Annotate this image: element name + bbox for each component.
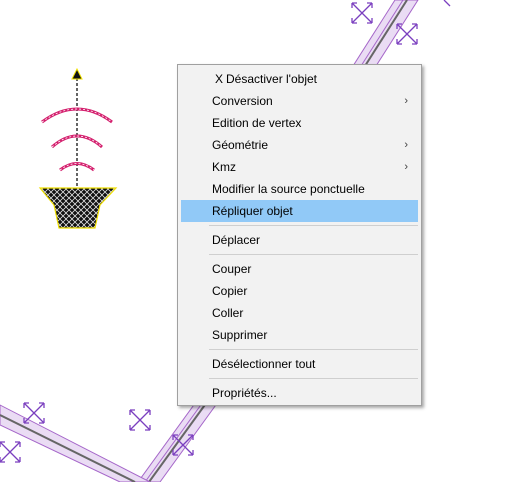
- menu-item-desactiver-l-objet[interactable]: X Désactiver l'objet: [181, 68, 418, 90]
- road-segment-left[interactable]: [0, 404, 151, 482]
- menu-item-copier[interactable]: Copier: [181, 280, 418, 302]
- chevron-right-icon: ›: [404, 95, 408, 107]
- menu-item-label: Répliquer objet: [212, 204, 293, 218]
- menu-item-deplacer[interactable]: Déplacer: [181, 229, 418, 251]
- menu-item-label: Déplacer: [212, 233, 261, 247]
- menu-item-label: Coller: [212, 306, 244, 320]
- menu-separator: [209, 254, 418, 255]
- menu-item-coller[interactable]: Coller: [181, 302, 418, 324]
- chevron-right-icon: ›: [404, 139, 408, 151]
- menu-item-supprimer[interactable]: Supprimer: [181, 324, 418, 346]
- menu-item-label: Propriétés...: [212, 386, 277, 400]
- menu-item-deselectionner-tout[interactable]: Désélectionner tout: [181, 353, 418, 375]
- menu-item-proprietes[interactable]: Propriétés...: [181, 382, 418, 404]
- menu-item-repliquer-objet[interactable]: Répliquer objet: [181, 200, 418, 222]
- menu-item-label: Supprimer: [212, 328, 268, 342]
- menu-item-label: Modifier la source ponctuelle: [212, 182, 365, 196]
- antenna-symbol-icon[interactable]: [38, 67, 118, 229]
- menu-item-geometrie[interactable]: Géométrie ›: [181, 134, 418, 156]
- resize-handle-icon[interactable]: [351, 2, 373, 24]
- menu-item-label: Conversion: [212, 94, 273, 108]
- menu-item-label: Edition de vertex: [212, 116, 302, 130]
- menu-separator: [209, 378, 418, 379]
- menu-item-label: Couper: [212, 262, 252, 276]
- menu-item-label: Copier: [212, 284, 248, 298]
- menu-item-label: Kmz: [212, 160, 236, 174]
- menu-separator: [209, 349, 418, 350]
- menu-item-couper[interactable]: Couper: [181, 258, 418, 280]
- x-icon: X: [215, 72, 224, 86]
- menu-item-modifier-la-source-ponctuelle[interactable]: Modifier la source ponctuelle: [181, 178, 418, 200]
- resize-handle-icon[interactable]: [23, 402, 45, 424]
- chevron-right-icon: ›: [404, 161, 408, 173]
- resize-handle-icon[interactable]: [443, 0, 451, 7]
- menu-item-label: Désélectionner tout: [212, 357, 316, 371]
- menu-separator: [209, 225, 418, 226]
- resize-handle-icon[interactable]: [0, 441, 21, 463]
- menu-item-conversion[interactable]: Conversion ›: [181, 90, 418, 112]
- menu-item-label: Désactiver l'objet: [226, 72, 317, 86]
- menu-item-label: Géométrie: [212, 138, 269, 152]
- menu-item-edition-de-vertex[interactable]: Edition de vertex: [181, 112, 418, 134]
- resize-handle-icon[interactable]: [129, 409, 151, 431]
- context-menu: X Désactiver l'objet Conversion › Edition de…: [177, 64, 422, 406]
- menu-item-kmz[interactable]: Kmz ›: [181, 156, 418, 178]
- resize-handle-icon[interactable]: [396, 23, 418, 45]
